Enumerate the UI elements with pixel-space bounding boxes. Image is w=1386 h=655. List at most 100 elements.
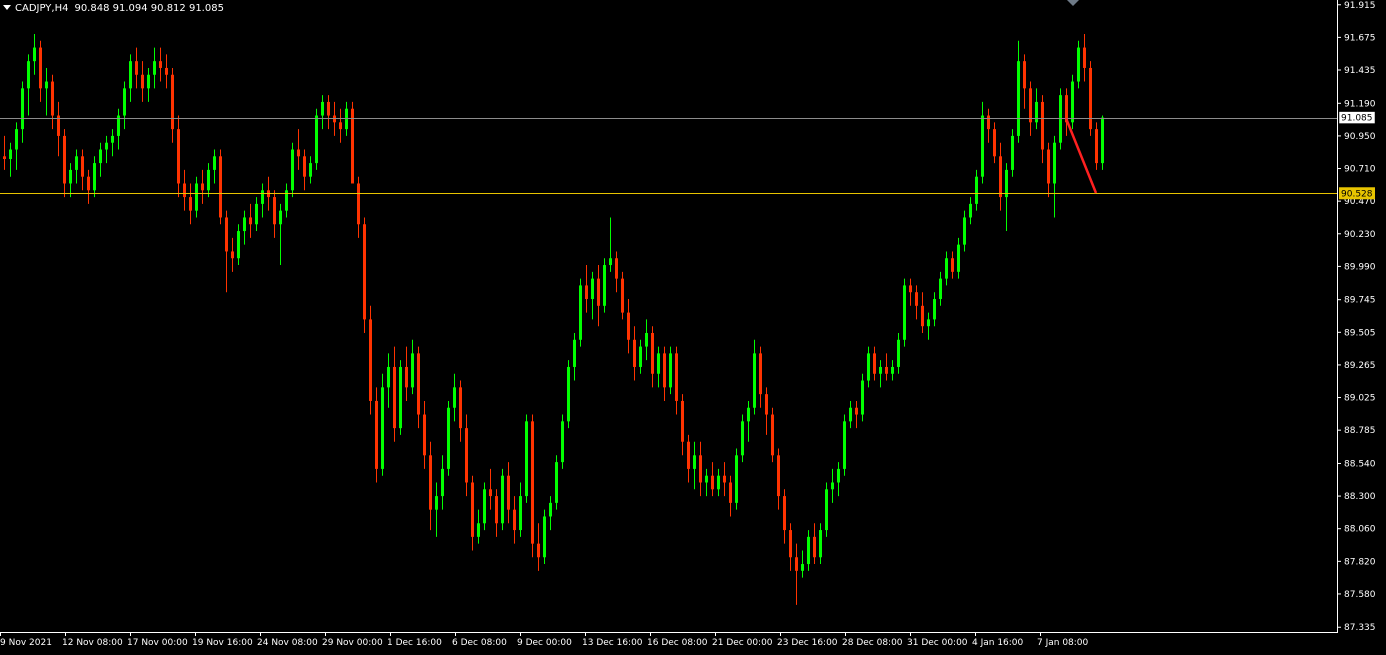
candle-body — [243, 217, 246, 232]
candle — [861, 373, 864, 422]
trend-line-layer[interactable] — [1064, 117, 1098, 194]
candle-body — [3, 156, 6, 160]
candle — [729, 475, 732, 517]
candle — [411, 339, 414, 395]
candle-body — [513, 509, 516, 531]
current-price-label: 91.085 — [1341, 114, 1373, 124]
candle — [195, 176, 198, 218]
candle-body — [771, 414, 774, 456]
candle-body — [177, 129, 180, 184]
candle-body — [1011, 135, 1014, 170]
candle — [777, 448, 780, 510]
candle — [441, 455, 444, 510]
candle — [873, 346, 876, 381]
candle-body — [81, 156, 84, 177]
candle — [603, 258, 606, 313]
time-tick-label: 17 Nov 00:00 — [127, 638, 188, 648]
candle — [177, 115, 180, 198]
price-axis[interactable]: 91.91591.67591.43591.19090.95090.71090.4… — [1337, 1, 1376, 633]
candle — [231, 237, 234, 272]
candle-body — [759, 353, 762, 395]
candle — [903, 278, 906, 347]
candle — [81, 149, 84, 191]
time-tick-label: 13 Dec 16:00 — [582, 638, 643, 648]
candle — [375, 387, 378, 483]
candle — [765, 387, 768, 435]
candle-body — [861, 380, 864, 415]
candle-body — [867, 353, 870, 381]
time-tick-label: 9 Dec 00:00 — [517, 638, 572, 648]
candle-body — [915, 292, 918, 306]
candle — [261, 183, 264, 218]
price-chart[interactable]: 91.91591.67591.43591.19090.95090.71090.4… — [0, 0, 1386, 655]
candle — [447, 400, 450, 476]
candle-body — [459, 387, 462, 429]
candle — [477, 509, 480, 544]
candle — [885, 353, 888, 381]
price-tick-label: 90.230 — [1344, 230, 1376, 240]
candle — [189, 183, 192, 225]
candle — [1071, 74, 1074, 130]
candle — [591, 271, 594, 320]
price-tick-label: 91.190 — [1344, 99, 1376, 109]
candle-body — [849, 407, 852, 422]
candle-body — [543, 516, 546, 558]
candle-body — [537, 543, 540, 558]
candle — [369, 305, 372, 415]
candle-body — [1077, 47, 1080, 82]
price-tick-label: 91.675 — [1344, 33, 1376, 43]
candle-body — [633, 339, 636, 367]
candle — [651, 326, 654, 388]
candle — [657, 346, 660, 388]
candle — [249, 203, 252, 238]
candle — [915, 285, 918, 320]
candle — [489, 468, 492, 510]
candle-body — [489, 489, 492, 497]
chart-shift-marker-icon[interactable] — [1067, 0, 1079, 6]
candle — [327, 95, 330, 130]
candle — [759, 346, 762, 408]
candle-body — [831, 482, 834, 490]
candle-body — [159, 61, 162, 68]
candle-body — [87, 176, 90, 191]
candle — [33, 33, 36, 75]
candle-body — [981, 115, 984, 177]
candle — [633, 326, 636, 381]
candle-body — [1023, 61, 1026, 89]
candle-body — [51, 81, 54, 116]
candle-body — [195, 183, 198, 211]
candle-body — [171, 74, 174, 130]
price-tick-label: 89.265 — [1344, 361, 1376, 371]
candle — [615, 251, 618, 293]
symbol-header[interactable]: CADJPY,H4 90.848 91.094 90.812 91.085 — [3, 2, 224, 16]
candle — [1083, 33, 1086, 82]
candle-body — [237, 231, 240, 259]
price-tick-label: 88.540 — [1344, 459, 1376, 469]
candle-body — [627, 312, 630, 340]
candle — [783, 489, 786, 544]
candle-body — [717, 475, 720, 490]
candle-body — [651, 332, 654, 374]
candle — [687, 434, 690, 483]
price-tick-label: 91.435 — [1344, 66, 1376, 76]
price-tick-label: 87.335 — [1344, 623, 1376, 633]
candle — [153, 47, 156, 89]
candle-body — [297, 149, 300, 157]
trend-line[interactable] — [1064, 117, 1098, 194]
candle-body — [549, 502, 552, 517]
dropdown-arrow-icon[interactable] — [3, 5, 11, 10]
time-axis[interactable]: 9 Nov 2021 12 Nov 08:00 17 Nov 00:00 19 Nov… — [0, 632, 1089, 648]
candle-body — [963, 217, 966, 245]
candle-body — [45, 81, 48, 89]
time-tick-label: 4 Jan 16:00 — [972, 638, 1024, 648]
candle — [819, 523, 822, 565]
candle — [27, 54, 30, 116]
chart-window[interactable]: 91.915 91.675 91.435 91.190 90.950 90.710 90.4… — [0, 0, 1386, 655]
time-tick-label: 31 Dec 00:00 — [907, 638, 968, 648]
candle-body — [189, 197, 192, 211]
candle-body — [399, 366, 402, 429]
candle-body — [615, 258, 618, 279]
candle — [675, 346, 678, 415]
candle — [975, 169, 978, 211]
candle-body — [405, 366, 408, 388]
